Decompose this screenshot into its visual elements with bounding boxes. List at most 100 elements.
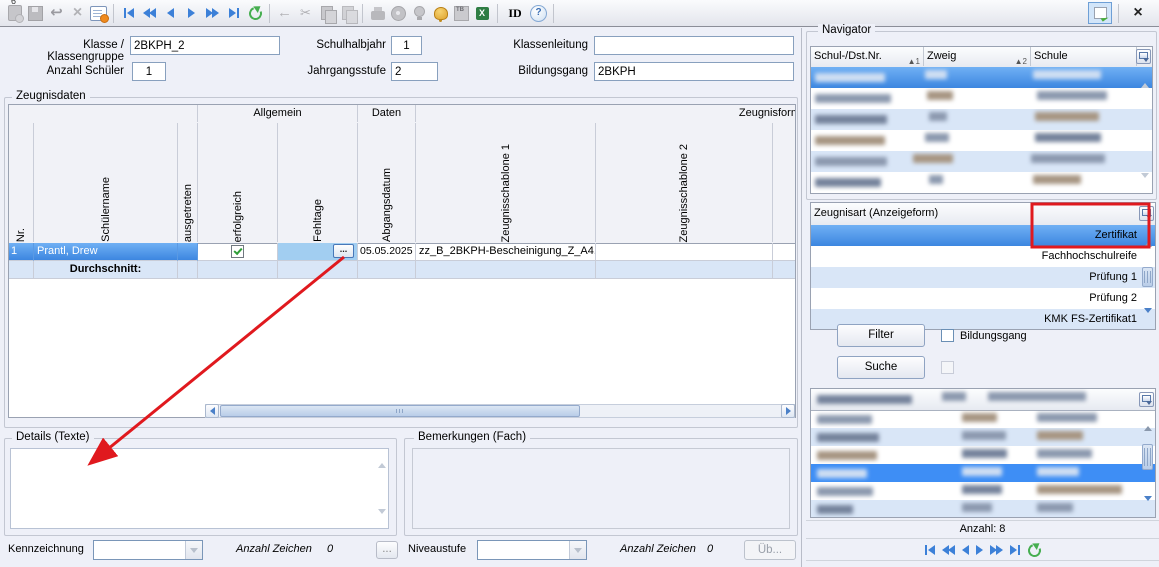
result-scroll-up-icon[interactable]	[1144, 414, 1152, 426]
navigator-row[interactable]	[811, 67, 1153, 88]
save-icon[interactable]	[25, 3, 46, 24]
table-row[interactable]: 1 Prantl, Drew ... 05.05.2025 zz_B_2BKPH…	[9, 243, 795, 261]
bildungsgang-input[interactable]	[594, 62, 794, 81]
result-row[interactable]	[811, 428, 1156, 446]
cell-zeugnisschablone2[interactable]	[596, 243, 773, 261]
navigator-col-zweig[interactable]: Zweig▲2	[924, 47, 1031, 66]
cell-ausgetreten[interactable]	[178, 243, 198, 261]
refresh-icon[interactable]	[1027, 543, 1041, 557]
hscroll-thumb[interactable]	[220, 405, 580, 417]
hint-bulb-icon[interactable]	[409, 3, 430, 24]
zeugnisart-item-pruefung2[interactable]: Prüfung 2	[811, 288, 1156, 309]
col-header-erfolgreich[interactable]: erfolgreich	[198, 123, 278, 242]
zeugnisart-scroll-thumb[interactable]	[1142, 267, 1153, 287]
col-header-abgangsdatum[interactable]: Abgangsdatum	[358, 123, 416, 242]
klasse-input[interactable]	[130, 36, 280, 55]
navigator-row[interactable]	[811, 130, 1153, 151]
help-icon[interactable]	[528, 3, 549, 24]
col-header-fehltage[interactable]: Fehltage	[278, 123, 358, 242]
result-row[interactable]	[811, 500, 1156, 518]
navigator-col-schulnr[interactable]: Schul-/Dst.Nr.▲1	[811, 47, 924, 66]
column-chooser-icon[interactable]	[1139, 206, 1154, 221]
hscroll-right-arrow[interactable]	[781, 404, 795, 418]
cell-erfolgreich[interactable]	[198, 243, 278, 261]
details-scroll-up-icon[interactable]	[378, 451, 386, 463]
column-chooser-icon[interactable]	[1139, 392, 1154, 407]
nav-first-icon[interactable]	[118, 3, 139, 24]
zeugnisart-scroll-down-icon[interactable]	[1144, 313, 1152, 325]
col-header-ausgetreten[interactable]: ausgetreten	[178, 123, 198, 242]
refresh-icon[interactable]	[244, 3, 265, 24]
bemerkungen-textarea[interactable]	[412, 448, 790, 529]
col-header-schuelername[interactable]: Schülername	[34, 123, 178, 242]
tb-export-icon[interactable]	[451, 3, 472, 24]
anzahl-schueler-input[interactable]	[132, 62, 166, 81]
navigator-row[interactable]	[811, 172, 1153, 193]
result-row[interactable]	[811, 410, 1156, 428]
cell-abgangsdatum[interactable]: 05.05.2025	[358, 243, 416, 261]
filter-button[interactable]: Filter	[837, 324, 925, 347]
zeugnisart-item-fachhochschulreife[interactable]: Fachhochschulreife	[811, 246, 1156, 267]
nav-first-icon[interactable]	[925, 545, 935, 555]
jahrgangsstufe-input[interactable]	[391, 62, 438, 81]
switch-window-icon[interactable]	[1086, 3, 1114, 24]
details-scroll-down-icon[interactable]	[378, 514, 386, 526]
excel-export-icon[interactable]	[472, 3, 493, 24]
kennzeichnung-combo[interactable]	[93, 540, 203, 560]
schulhalbjahr-input[interactable]	[391, 36, 422, 55]
navigator-row[interactable]	[811, 151, 1153, 172]
delete-icon[interactable]: ×	[67, 3, 88, 24]
cell-fehltage[interactable]: ...	[278, 243, 358, 261]
result-scroll-thumb[interactable]	[1142, 444, 1153, 470]
close-icon[interactable]: ×	[1123, 3, 1153, 24]
copy-icon[interactable]	[316, 3, 337, 24]
result-row[interactable]	[811, 482, 1156, 500]
nav-next-page-icon[interactable]	[990, 545, 1003, 555]
edit-form-icon[interactable]	[88, 3, 109, 24]
nav-next-icon[interactable]	[976, 545, 983, 555]
col-header-zeugnisschablone2[interactable]: Zeugnisschablone 2	[596, 123, 773, 242]
burn-disc-icon[interactable]	[388, 3, 409, 24]
details-textarea[interactable]	[10, 448, 389, 529]
panel-splitter[interactable]	[801, 28, 802, 567]
navigator-row[interactable]	[811, 109, 1153, 130]
nav-next-page-icon[interactable]	[202, 3, 223, 24]
klassenleitung-input[interactable]	[594, 36, 794, 55]
back-arrow-icon[interactable]: ←	[274, 3, 295, 24]
nav-last-icon[interactable]	[1010, 545, 1020, 555]
details-ellipsis-button[interactable]: ...	[376, 541, 398, 559]
chevron-down-icon[interactable]	[569, 541, 586, 559]
result-row[interactable]	[811, 446, 1156, 464]
navigator-scroll-up-icon[interactable]	[1141, 71, 1149, 83]
chevron-down-icon[interactable]	[185, 541, 202, 559]
uebernehmen-button[interactable]: Üb...	[744, 540, 796, 560]
nav-last-icon[interactable]	[223, 3, 244, 24]
nav-prev-page-icon[interactable]	[942, 545, 955, 555]
undo-icon[interactable]: ↩	[46, 3, 67, 24]
niveaustufe-combo[interactable]	[477, 540, 587, 560]
zeugnisart-scroll-up-icon[interactable]	[1144, 230, 1152, 242]
paste-icon[interactable]	[337, 3, 358, 24]
id-toggle-button[interactable]: ID	[502, 3, 528, 24]
suche-button[interactable]: Suche	[837, 356, 925, 379]
zeugnisart-header-label[interactable]: Zeugnisart (Anzeigeform)	[811, 203, 1139, 224]
navigator-scroll-down-icon[interactable]	[1141, 178, 1149, 190]
nav-prev-page-icon[interactable]	[139, 3, 160, 24]
bildungsgang-checkbox[interactable]	[941, 329, 954, 342]
nav-prev-icon[interactable]	[160, 3, 181, 24]
cut-icon[interactable]: ✂	[295, 3, 316, 24]
column-chooser-icon[interactable]	[1136, 49, 1151, 64]
zeugnisart-item-pruefung1[interactable]: Prüfung 1	[811, 267, 1156, 288]
navigator-col-schule[interactable]: Schule	[1031, 47, 1137, 66]
col-header-nr[interactable]: Nr.	[9, 123, 34, 242]
print-icon[interactable]	[367, 3, 388, 24]
nav-next-icon[interactable]	[181, 3, 202, 24]
zeugnisart-item-zertifikat[interactable]: Zertifikat	[811, 225, 1156, 246]
col-header-zeugnisschablone1[interactable]: Zeugnisschablone 1	[416, 123, 596, 242]
notification-bell-icon[interactable]	[430, 3, 451, 24]
cell-zeugnisschablone1[interactable]: zz_B_2BKPH-Bescheinigung_Z_A4...	[416, 243, 596, 261]
erfolgreich-checkbox[interactable]	[231, 245, 244, 258]
fehltage-ellipsis-button[interactable]: ...	[333, 244, 354, 258]
navigator-row[interactable]	[811, 88, 1153, 109]
nav-prev-icon[interactable]	[962, 545, 969, 555]
